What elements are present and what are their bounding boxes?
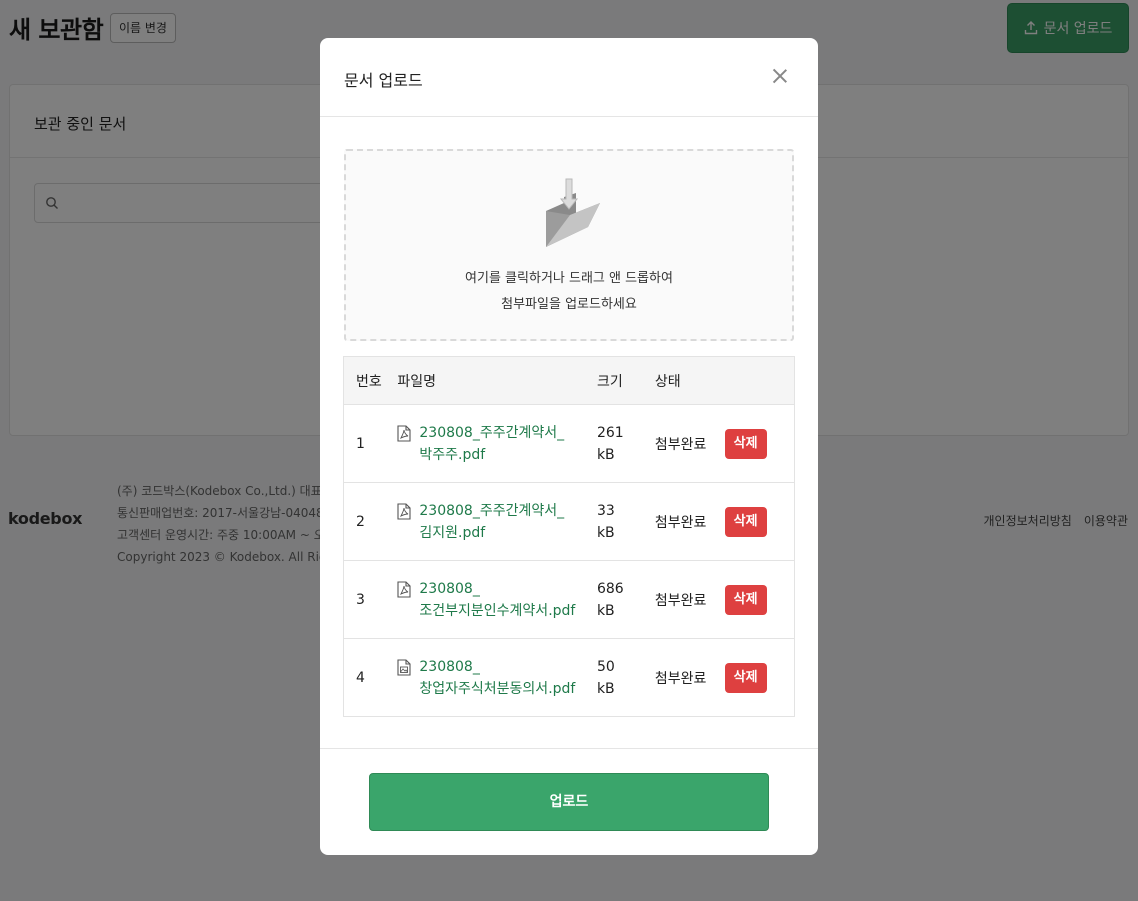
header-status: 상태 bbox=[654, 356, 725, 405]
size-value: 686 bbox=[596, 580, 624, 597]
file-name-line: 230808_ bbox=[419, 580, 480, 597]
row-status: 첨부완료 bbox=[654, 670, 707, 687]
upload-modal: 문서 업로드 여기를 클릭하거나 드래그 앤 드롭하여 첨부파일을 업로드하세요… bbox=[320, 38, 818, 855]
header-size: 크기 bbox=[596, 356, 655, 405]
dropzone-instruction: 여기를 클릭하거나 드래그 앤 드롭하여 bbox=[465, 271, 673, 286]
file-table: 번호 파일명 크기 상태 1 230808_주주간계약서_ 박주주.pdf 261… bbox=[343, 356, 795, 717]
close-icon[interactable] bbox=[772, 68, 788, 84]
row-status: 첨부완료 bbox=[654, 560, 725, 639]
row-status: 첨부완료 bbox=[654, 404, 725, 483]
header-number: 번호 bbox=[343, 356, 398, 405]
delete-button[interactable]: 삭제 bbox=[724, 584, 767, 615]
file-name-line: 230808_주주간계약서_ bbox=[419, 502, 565, 519]
table-row: 4 230808_ 창업자주식처분동의서.pdf 50 kB 첨부완료 삭제 bbox=[344, 639, 795, 717]
file-link[interactable]: 230808_ 창업자주식처분동의서.pdf bbox=[419, 656, 575, 700]
file-name-line: 230808_주주간계약서_ bbox=[419, 424, 565, 441]
row-action: 삭제 bbox=[724, 482, 795, 561]
folder-download-icon bbox=[546, 178, 600, 247]
image-file-icon bbox=[397, 658, 411, 676]
size-value: 50 bbox=[596, 658, 615, 675]
row-number: 1 bbox=[343, 404, 398, 483]
header-filename: 파일명 bbox=[397, 356, 597, 405]
modal-header: 문서 업로드 bbox=[320, 38, 818, 117]
row-size: 686 kB bbox=[596, 560, 655, 639]
row-action: 삭제 bbox=[724, 560, 795, 639]
modal-title: 문서 업로드 bbox=[344, 71, 423, 90]
row-status: 첨부완료 bbox=[654, 482, 725, 561]
file-link[interactable]: 230808_주주간계약서_ 박주주.pdf bbox=[419, 422, 564, 466]
file-name-line: 230808_ bbox=[419, 658, 480, 675]
pdf-file-icon bbox=[397, 502, 411, 520]
size-unit: kB bbox=[596, 524, 615, 541]
upload-submit-button[interactable]: 업로드 bbox=[369, 773, 769, 831]
file-link[interactable]: 230808_주주간계약서_ 김지원.pdf bbox=[419, 500, 564, 544]
pdf-file-icon bbox=[397, 580, 411, 598]
table-row: 2 230808_주주간계약서_ 김지원.pdf 33 kB 첨부완료 삭제 bbox=[343, 482, 795, 561]
row-action: 삭제 bbox=[724, 404, 795, 483]
file-name-line: 창업자주식처분동의서.pdf bbox=[419, 680, 576, 697]
dropzone-instruction: 첨부파일을 업로드하세요 bbox=[501, 297, 637, 312]
table-header-row: 번호 파일명 크기 상태 bbox=[343, 356, 795, 405]
row-number: 4 bbox=[356, 669, 365, 686]
row-filename: 230808_주주간계약서_ 박주주.pdf bbox=[397, 404, 597, 483]
file-name-line: 조건부지분인수계약서.pdf bbox=[419, 602, 576, 619]
row-number: 3 bbox=[343, 560, 398, 639]
size-unit: kB bbox=[596, 680, 615, 697]
size-unit: kB bbox=[596, 602, 615, 619]
header-action bbox=[724, 356, 795, 405]
delete-button[interactable]: 삭제 bbox=[724, 428, 767, 459]
delete-button[interactable]: 삭제 bbox=[724, 506, 767, 537]
row-action: 삭제 bbox=[724, 639, 795, 717]
row-filename: 230808_ 창업자주식처분동의서.pdf bbox=[397, 639, 597, 717]
pdf-file-icon bbox=[397, 424, 411, 442]
size-value: 33 bbox=[596, 502, 615, 519]
size-unit: kB bbox=[596, 446, 615, 463]
row-size: 50 kB bbox=[597, 639, 655, 717]
row-filename: 230808_주주간계약서_ 김지원.pdf bbox=[397, 482, 597, 561]
file-dropzone[interactable]: 여기를 클릭하거나 드래그 앤 드롭하여 첨부파일을 업로드하세요 bbox=[344, 149, 794, 341]
delete-button[interactable]: 삭제 bbox=[724, 662, 767, 693]
row-number: 2 bbox=[343, 482, 398, 561]
row-size: 33 kB bbox=[596, 482, 655, 561]
file-link[interactable]: 230808_ 조건부지분인수계약서.pdf bbox=[419, 578, 575, 622]
table-row: 3 230808_ 조건부지분인수계약서.pdf 686 kB 첨부완료 삭제 bbox=[343, 560, 795, 639]
file-name-line: 박주주.pdf bbox=[419, 446, 486, 463]
table-row: 1 230808_주주간계약서_ 박주주.pdf 261 kB 첨부완료 삭제 bbox=[343, 404, 795, 483]
size-value: 261 bbox=[596, 424, 624, 441]
row-size: 261 kB bbox=[596, 404, 655, 483]
file-name-line: 김지원.pdf bbox=[419, 524, 486, 541]
modal-footer-divider bbox=[320, 748, 818, 749]
row-filename: 230808_ 조건부지분인수계약서.pdf bbox=[397, 560, 597, 639]
